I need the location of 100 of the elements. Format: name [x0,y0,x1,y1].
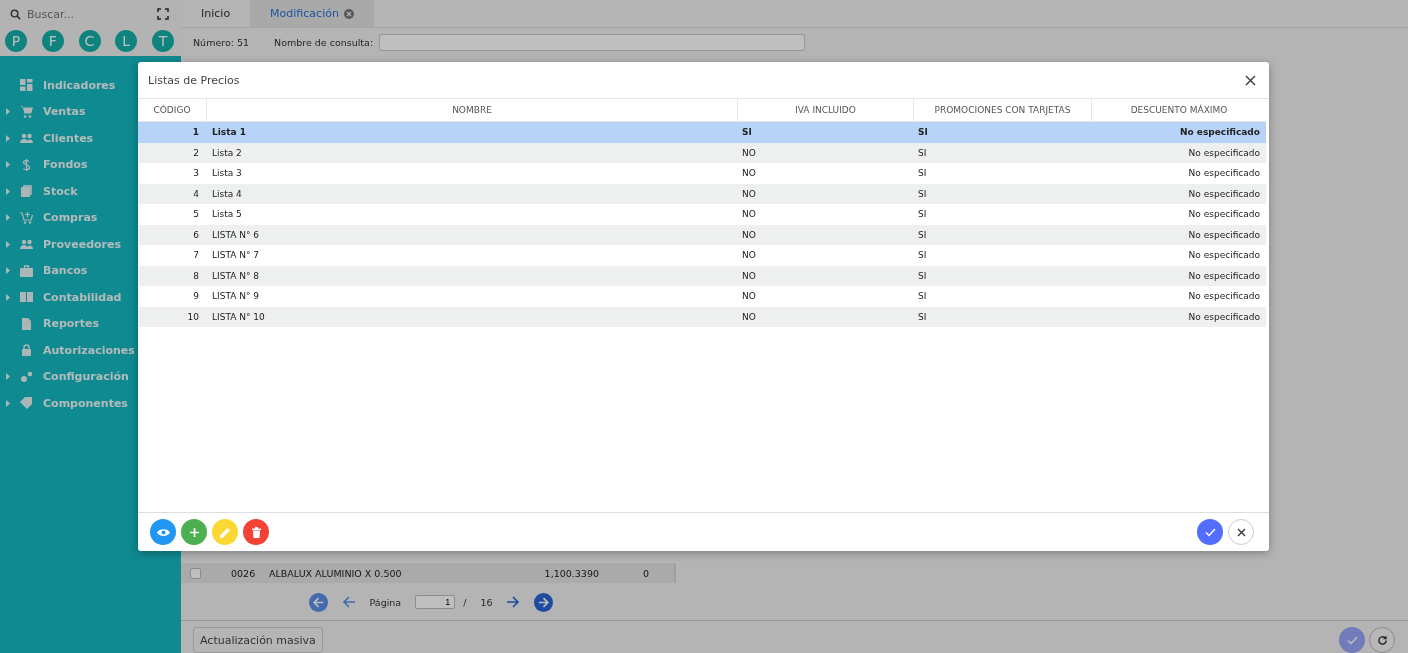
tab[interactable]: Inicio [181,0,251,28]
eye-icon [156,527,170,537]
page-label: Página [369,596,402,608]
table-cell-text: Lista 5 [211,209,243,220]
previous-page-icon[interactable] [341,595,356,610]
table-row[interactable]: 2 Lista 2 NO SI No especificado [138,142,1266,163]
dashboard-icon [20,79,33,92]
table-cell-text: 6 [192,229,200,240]
close-icon [1236,527,1246,537]
shortcut-button[interactable]: C [78,30,101,52]
table-cell-text: 3 [192,168,200,179]
table-cell-text: Lista 2 [211,147,243,158]
shortcut-button[interactable]: F [41,30,64,52]
table-cell-text: ALBALUX ALUMINIO X 0.500 [269,567,403,579]
refresh-icon [1376,634,1388,646]
table-cell-text: NO [741,229,757,240]
table-cell-text: Lista 4 [211,188,243,199]
add-button[interactable] [181,519,207,545]
delete-button[interactable] [243,519,269,545]
first-page-icon[interactable] [308,592,328,612]
table-cell-text: No especificado [1187,147,1261,158]
bulk-update-button[interactable]: Actualización masiva [193,627,323,653]
check-icon [1346,635,1358,645]
page-total: 16 [480,596,493,608]
table-row[interactable]: 4 Lista 4 NO SI No especificado [138,183,1266,204]
refresh-button[interactable] [1369,627,1395,653]
table-cell-text: 5 [192,209,200,220]
table-row[interactable]: 1 Lista 1 SI SI No especificado [138,122,1266,143]
table-cell-text: NO [741,250,757,261]
table-cell-text: SI [741,127,753,138]
query-name-label: Nombre de consulta: [274,36,374,48]
page-separator: / [463,596,467,608]
gears-icon [20,370,33,383]
view-button[interactable] [150,519,176,545]
close-icon[interactable] [1245,74,1256,86]
tab[interactable]: Modificación [250,0,374,28]
table-row[interactable]: 10 LISTA N° 10 NO SI No especificado [138,306,1266,327]
table-cell-text: NO [741,168,757,179]
trash-icon [251,526,261,538]
table-cell-text: No especificado [1187,209,1261,220]
column-header[interactable]: PROMOCIONES CON TARJETAS [913,99,1091,121]
column-header[interactable]: IVA INCLUIDO [737,99,913,121]
column-header[interactable]: DESCUENTO MÁXIMO [1091,99,1266,121]
table-cell-text: LISTA N° 8 [211,270,261,281]
dollar-icon [20,158,33,171]
column-header[interactable]: NOMBRE [206,99,737,121]
table-cell-text: NO [741,147,757,158]
shortcut-button[interactable]: T [152,30,174,52]
table-cell-text: 4 [192,188,200,199]
table-cell-text: No especificado [1179,127,1261,138]
table-cell-text: SI [917,188,928,199]
table-cell-text: No especificado [1187,188,1261,199]
book-icon [20,291,33,304]
table-cell-text: LISTA N° 7 [211,250,261,261]
shortcut-button[interactable]: L [115,30,138,52]
search-field[interactable]: Buscar... [27,7,151,21]
page-field[interactable]: 1 [415,595,456,610]
document-icon [20,317,33,330]
pencil-icon [219,526,231,538]
table-cell-text: SI [917,229,928,240]
table-cell-text: 0026 [231,567,257,579]
table-cell-text: 2 [192,147,200,158]
last-page-icon[interactable] [534,592,554,612]
shortcut-button[interactable]: P [5,30,27,52]
table-cell-text: No especificado [1187,291,1261,302]
row-checkbox[interactable] [190,567,201,579]
number-label: Número: 51 [193,36,250,48]
table-cell-text: NO [741,209,757,220]
table-cell-text: NO [741,270,757,281]
table-cell-text: 10 [186,311,200,322]
people-icon [20,132,33,145]
sidebar-item[interactable]: Componentes [0,390,181,417]
sidebar-item[interactable]: Autorizaciones [0,337,181,364]
sidebar-item[interactable]: Configuración [0,363,181,390]
table-cell-text: SI [917,270,928,281]
table-row[interactable]: 8 LISTA N° 8 NO SI No especificado [138,265,1266,286]
next-page-icon[interactable] [506,595,521,610]
cancel-button[interactable] [1228,519,1254,545]
accept-button[interactable] [1197,519,1223,545]
table-cell-text: NO [741,291,757,302]
table-cell-text: No especificado [1187,311,1261,322]
table-cell-text: SI [917,168,928,179]
briefcase-icon [20,264,33,277]
table-cell-text: Lista 3 [211,168,243,179]
table-cell-text: Lista 1 [211,127,247,138]
table-cell-text: 1 [191,127,200,138]
column-header[interactable]: CÓDIGO [138,99,206,121]
dialog-title: Listas de Precios [148,73,240,87]
fullscreen-icon[interactable] [157,8,169,20]
table-cell-text: No especificado [1187,168,1261,179]
table-row[interactable]: 6 LISTA N° 6 NO SI No especificado [138,224,1266,245]
tag-icon [20,397,33,410]
table-cell-text: SI [917,209,928,220]
table-cell-text: NO [741,188,757,199]
query-name-field[interactable] [379,33,806,51]
table-cell-text: 0 [641,567,649,579]
plus-icon [189,527,199,537]
table-cell-text: No especificado [1187,270,1261,281]
table-cell-text: SI [917,127,929,138]
table-cell-text: No especificado [1187,250,1261,261]
